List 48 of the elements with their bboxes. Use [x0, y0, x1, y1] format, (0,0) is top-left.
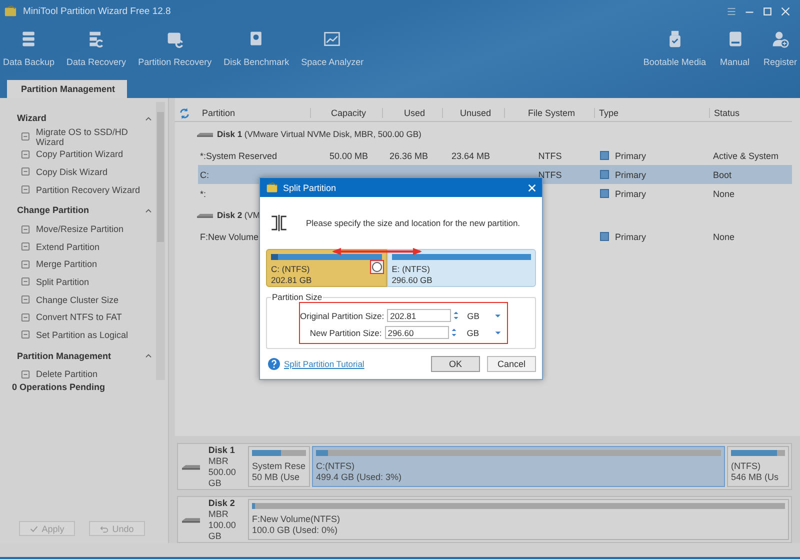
pending-count: 0 Operations Pending — [11, 381, 106, 392]
table-cell-text: None — [712, 232, 736, 242]
table-cell-text: F:New Volume — [199, 232, 259, 242]
table-cell: Primary — [594, 150, 709, 160]
window-title: MiniTool Partition Wizard Free 12.8 — [23, 6, 171, 16]
partition-detail: 546 MB (Us — [731, 472, 780, 482]
partition-label: C: (NTFS) — [271, 264, 310, 274]
table-cell-text: 26.36 MB — [388, 150, 429, 160]
table-cell-text: None — [712, 188, 736, 198]
table-cell-text: Boot — [712, 170, 733, 180]
table-cell-text: 23.64 MB — [450, 150, 491, 160]
dialog-title: Split Partition — [283, 182, 336, 192]
disk-size: 500.00 GB — [208, 466, 237, 488]
partition-label: System Rese — [252, 461, 306, 472]
partition-size: 296.60 GB — [392, 274, 432, 285]
table-cell-text: 50.00 MB — [328, 150, 369, 160]
field-label: New Partition Size: — [310, 328, 382, 338]
partition-label: C:(NTFS) — [316, 461, 356, 472]
disk-name: Disk 2 — [208, 498, 236, 508]
table-cell: Primary — [594, 170, 709, 180]
table-cell-text: C: — [199, 170, 209, 180]
partition-label: E: (NTFS) — [392, 264, 430, 274]
table-cell: Primary — [594, 188, 709, 198]
section-title: Wizard — [17, 113, 46, 123]
partition-detail: 499.4 GB (Used: 3%) — [316, 472, 403, 482]
disk-scheme: MBR — [208, 456, 230, 466]
table-cell: Primary — [594, 232, 709, 242]
partition-size: 202.81 GB — [271, 274, 312, 285]
table-cell-text: *:System Reserved — [199, 150, 278, 160]
partition-label: (NTFS) — [731, 461, 762, 472]
disk-size: 100.00 GB — [208, 520, 237, 542]
table-cell-text: Active & System — [712, 150, 780, 160]
disk-scheme: MBR — [208, 508, 230, 520]
table-cell-text: *: — [199, 188, 206, 198]
disk-name: Disk 1 — [208, 444, 236, 456]
group-title: Partition Size — [271, 292, 324, 302]
disk-label: Disk 1 (VMware Virtual NVMe Disk, MBR, 500.00 GB) — [217, 129, 422, 139]
unit-label: GB — [467, 310, 480, 320]
field-label: Original Partition Size: — [300, 310, 384, 320]
section-title: Partition Management — [17, 350, 112, 361]
partition-detail: 100.0 GB (Used: 0%) — [252, 524, 339, 535]
table-cell-text: NTFS — [537, 170, 563, 180]
partition-detail: 50 MB (Use — [252, 472, 301, 482]
partition-label: F:New Volume(NTFS) — [252, 514, 342, 524]
dialog-message: Please specify the size and location for the new partition. — [306, 218, 520, 228]
unit-label: GB — [466, 328, 479, 338]
table-cell-text: NTFS — [537, 150, 563, 160]
section-title: Change Partition — [17, 205, 90, 216]
